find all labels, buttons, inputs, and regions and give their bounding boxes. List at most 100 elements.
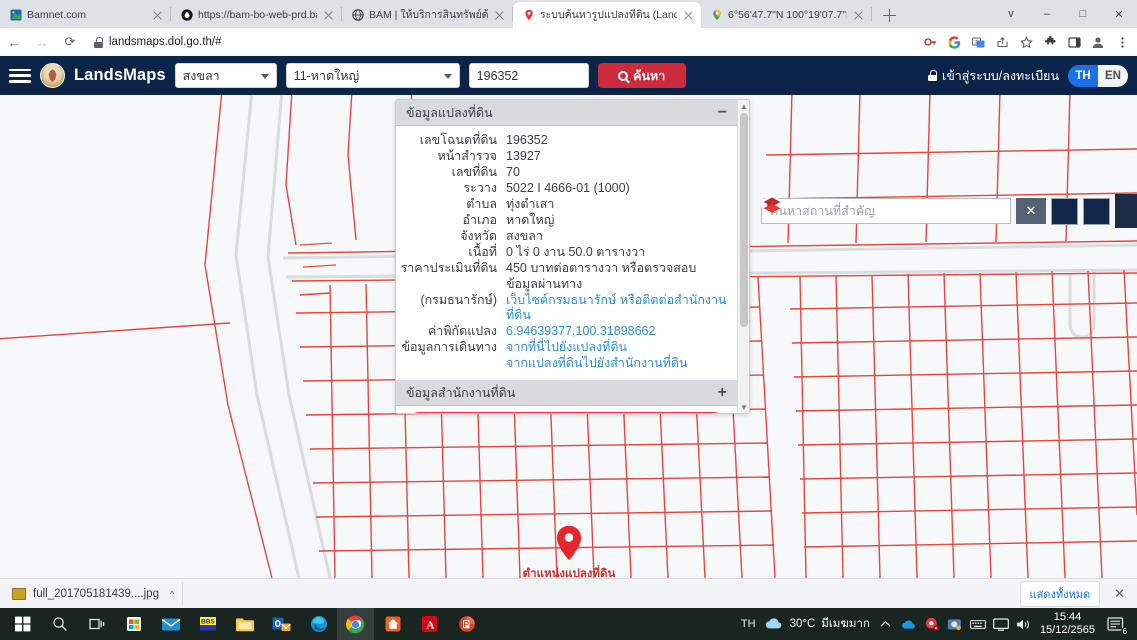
sidepanel-icon[interactable] [1063, 31, 1085, 53]
bookmark-star-icon[interactable] [1015, 31, 1037, 53]
address-bar-url: landsmaps.dol.go.th/# [109, 36, 222, 48]
close-window-button[interactable]: ✖ ปิดหน้าต่าง [406, 412, 727, 413]
language-toggle[interactable]: TH EN [1068, 64, 1128, 87]
login-register-link[interactable]: เข้าสู่ระบบ/ลงทะเบียน [927, 66, 1059, 86]
taskbar-clock[interactable]: 15:44 15/12/2565 [1040, 611, 1095, 637]
scrollbar-thumb[interactable] [740, 113, 748, 327]
weather-widget[interactable]: 30°C มีเมฆมาก [764, 615, 870, 633]
share-icon[interactable] [991, 31, 1013, 53]
info-row: ข้อมูลการเดินทาง จากที่นี่ไปยังแปลงที่ดิ… [396, 340, 727, 356]
chevron-up-icon[interactable] [878, 616, 894, 632]
route-to-land-office-link[interactable]: จากแปลงที่ดินไปยังสำนักงานที่ดิน [506, 356, 727, 372]
province-select[interactable]: สงขลา [174, 63, 277, 88]
province-select-value: สงขลา [182, 68, 220, 83]
adobe-acrobat-icon[interactable]: A [411, 608, 448, 640]
powerpoint-icon[interactable] [448, 608, 485, 640]
treasury-website-link[interactable]: เว็บไซต์กรมธนารักษ์ หรือติดต่อสำนักงานที… [506, 293, 727, 324]
location-pin-icon[interactable] [556, 525, 582, 561]
info-row-value: 0 ไร่ 0 งาน 50.0 ตารางวา [506, 245, 646, 259]
google-icon[interactable] [943, 31, 965, 53]
clock-date: 15/12/2565 [1039, 624, 1095, 636]
onedrive-icon[interactable] [901, 616, 917, 632]
district-select[interactable]: 11-หาดใหญ่ [285, 63, 460, 88]
taskbar-search-icon[interactable] [41, 608, 78, 640]
mail-icon[interactable] [152, 608, 189, 640]
back-icon[interactable]: ← [0, 28, 28, 56]
task-view-icon[interactable] [78, 608, 115, 640]
window-controls: v – □ ✕ [993, 0, 1137, 28]
download-item[interactable]: full_201705181439....jpg ^ [8, 581, 184, 606]
minimize-button[interactable]: – [1029, 0, 1065, 28]
expand-icon[interactable]: + [718, 384, 727, 400]
google-chrome-icon[interactable] [337, 608, 374, 640]
grid-table-icon[interactable] [761, 194, 1110, 225]
display-icon[interactable] [993, 616, 1009, 632]
antivirus-icon[interactable] [924, 616, 940, 632]
collapse-icon[interactable]: − [718, 104, 727, 120]
password-icon[interactable] [919, 31, 941, 53]
route-to-parcel-link[interactable]: จากที่นี่ไปยังแปลงที่ดิน [506, 340, 727, 356]
search-button[interactable]: ค้นหา [597, 63, 686, 88]
hamburger-icon[interactable] [9, 67, 31, 85]
windows-start-icon[interactable] [4, 608, 41, 640]
clock-time: 15:44 [1053, 611, 1082, 623]
address-bar[interactable]: landsmaps.dol.go.th/# [88, 32, 913, 52]
close-icon[interactable] [322, 9, 335, 22]
close-window-button[interactable]: ✕ [1101, 0, 1137, 28]
screenshot-icon[interactable] [947, 616, 963, 632]
home-app-icon[interactable] [374, 608, 411, 640]
new-tab-button[interactable] [876, 2, 902, 28]
weather-description: มีเมฆมาก [821, 618, 870, 630]
panel-scrollbar[interactable]: ▲ ▼ [737, 100, 749, 413]
browser-tab-2[interactable]: BAM | ให้บริการสินทรัพย์ด้านอสังหาริ [342, 2, 512, 28]
parcel-info-section-header[interactable]: ข้อมูลแปลงที่ดิน − [396, 100, 737, 126]
chevron-up-icon[interactable]: ^ [170, 589, 174, 599]
bbs-app-icon[interactable]: BBS [189, 608, 226, 640]
browser-tab-label: ระบบค้นหารูปแปลงที่ดิน (LandsMaps [540, 8, 677, 21]
microsoft-edge-icon[interactable] [300, 608, 337, 640]
forward-icon[interactable]: → [28, 28, 56, 56]
scroll-down-icon[interactable]: ▼ [738, 401, 749, 413]
profile-avatar-icon[interactable] [1087, 31, 1109, 53]
language-en-button[interactable]: EN [1098, 64, 1128, 87]
place-search-placeholder: ค้นหาสถานที่สำคัญ [770, 204, 875, 218]
maximize-button[interactable]: □ [1065, 0, 1101, 28]
info-row: ตำบล ทุ่งตำเสา [396, 197, 727, 213]
close-icon[interactable] [852, 9, 865, 22]
browser-tab-4[interactable]: 6°56'47.7"N 100°19'07.7"E - Goo [701, 2, 871, 28]
close-icon[interactable] [493, 9, 506, 22]
close-icon[interactable] [682, 9, 695, 22]
map-search-bar: ค้นหาสถานที่สำคัญ ✕ [761, 194, 1137, 228]
browser-tab-0[interactable]: Bamnet.com [0, 2, 170, 28]
pin-red-icon [522, 9, 535, 22]
parcel-number-input[interactable]: 196352 [468, 63, 589, 88]
clear-search-button[interactable]: ✕ [1016, 198, 1046, 224]
info-row: อำเภอ หาดใหญ่ [396, 213, 727, 229]
file-explorer-icon[interactable] [226, 608, 263, 640]
browser-tab-label: BAM | ให้บริการสินทรัพย์ด้านอสังหาริ [369, 8, 488, 21]
tab-list-icon[interactable]: v [993, 0, 1029, 28]
parcel-coordinates-link[interactable]: 6.94639377,100.31898662 [506, 324, 727, 340]
land-office-section-header[interactable]: ข้อมูลสำนักงานที่ดิน + [396, 380, 737, 406]
scroll-up-icon[interactable]: ▲ [738, 100, 749, 112]
language-th-button[interactable]: TH [1068, 64, 1098, 87]
translate-icon[interactable]: 文 [967, 31, 989, 53]
place-search-input[interactable]: ค้นหาสถานที่สำคัญ [761, 198, 1011, 224]
keyboard-icon[interactable] [969, 616, 986, 632]
input-language-indicator[interactable]: TH [741, 618, 756, 630]
close-downloads-bar-button[interactable]: ✕ [1110, 586, 1129, 602]
action-center-icon[interactable]: 6 [1103, 611, 1129, 637]
browser-tab-label: 6°56'47.7"N 100°19'07.7"E - Goo [728, 8, 847, 21]
browser-tab-3[interactable]: ระบบค้นหารูปแปลงที่ดิน (LandsMaps [513, 2, 701, 28]
puzzle-extensions-icon[interactable] [1039, 31, 1061, 53]
close-icon[interactable] [151, 9, 164, 22]
outlook-icon[interactable] [263, 608, 300, 640]
reload-icon[interactable]: ⟳ [56, 28, 84, 56]
home-icon[interactable] [762, 195, 1078, 225]
layers-icon[interactable] [763, 194, 1137, 228]
browser-tab-1[interactable]: https://bam-bo-web-prd.bam.co [171, 2, 341, 28]
volume-icon[interactable] [1016, 616, 1032, 632]
kebab-menu-icon[interactable] [1111, 31, 1133, 53]
microsoft-store-icon[interactable] [115, 608, 152, 640]
show-all-downloads-button[interactable]: แสดงทั้งหมด [1019, 580, 1101, 607]
